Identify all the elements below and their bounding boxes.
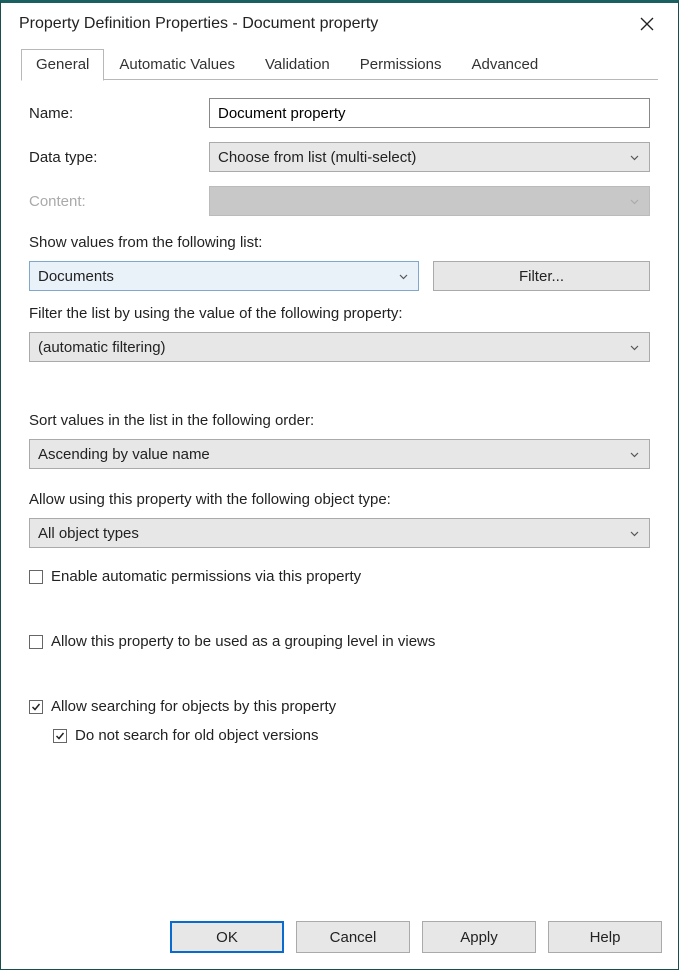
allow-search-checkbox[interactable] bbox=[29, 700, 43, 714]
general-panel: Name: Data type: Choose from list (multi… bbox=[1, 80, 678, 744]
dialog-button-bar: OK Cancel Apply Help bbox=[1, 907, 678, 969]
datatype-select[interactable]: Choose from list (multi-select) bbox=[209, 142, 650, 172]
apply-button[interactable]: Apply bbox=[422, 921, 536, 953]
filter-list-label: Filter the list by using the value of th… bbox=[29, 305, 650, 322]
content-label: Content: bbox=[29, 193, 209, 210]
filter-property-value: (automatic filtering) bbox=[38, 339, 166, 356]
cancel-button[interactable]: Cancel bbox=[296, 921, 410, 953]
close-button[interactable] bbox=[628, 9, 666, 39]
dialog-window: Property Definition Properties - Documen… bbox=[0, 0, 679, 970]
no-old-versions-label: Do not search for old object versions bbox=[75, 727, 318, 744]
sort-order-select[interactable]: Ascending by value name bbox=[29, 439, 650, 469]
allow-grouping-label: Allow this property to be used as a grou… bbox=[51, 633, 435, 650]
chevron-down-icon bbox=[630, 452, 639, 458]
chevron-down-icon bbox=[630, 155, 639, 161]
tabstrip: General Automatic Values Validation Perm… bbox=[21, 49, 658, 80]
name-input[interactable] bbox=[209, 98, 650, 128]
tab-validation[interactable]: Validation bbox=[250, 49, 345, 80]
show-values-label: Show values from the following list: bbox=[29, 234, 650, 251]
values-list-select[interactable]: Documents bbox=[29, 261, 419, 291]
chevron-down-icon bbox=[630, 345, 639, 351]
titlebar: Property Definition Properties - Documen… bbox=[1, 3, 678, 45]
help-button[interactable]: Help bbox=[548, 921, 662, 953]
chevron-down-icon bbox=[399, 274, 408, 280]
enable-permissions-checkbox[interactable] bbox=[29, 570, 43, 584]
allow-search-label: Allow searching for objects by this prop… bbox=[51, 698, 336, 715]
close-icon bbox=[640, 17, 654, 31]
ok-button[interactable]: OK bbox=[170, 921, 284, 953]
content-select bbox=[209, 186, 650, 216]
tab-permissions[interactable]: Permissions bbox=[345, 49, 457, 80]
window-title: Property Definition Properties - Documen… bbox=[19, 15, 628, 33]
enable-permissions-label: Enable automatic permissions via this pr… bbox=[51, 568, 361, 585]
filter-button[interactable]: Filter... bbox=[433, 261, 650, 291]
tab-advanced[interactable]: Advanced bbox=[456, 49, 553, 80]
chevron-down-icon bbox=[630, 531, 639, 537]
chevron-down-icon bbox=[630, 199, 639, 205]
sort-values-label: Sort values in the list in the following… bbox=[29, 412, 650, 429]
object-type-value: All object types bbox=[38, 525, 139, 542]
sort-order-value: Ascending by value name bbox=[38, 446, 210, 463]
object-type-select[interactable]: All object types bbox=[29, 518, 650, 548]
datatype-label: Data type: bbox=[29, 149, 209, 166]
allow-object-type-label: Allow using this property with the follo… bbox=[29, 491, 650, 508]
values-list-value: Documents bbox=[38, 268, 114, 285]
name-label: Name: bbox=[29, 105, 209, 122]
filter-property-select[interactable]: (automatic filtering) bbox=[29, 332, 650, 362]
allow-grouping-checkbox[interactable] bbox=[29, 635, 43, 649]
no-old-versions-checkbox[interactable] bbox=[53, 729, 67, 743]
tab-automatic-values[interactable]: Automatic Values bbox=[104, 49, 250, 80]
tab-general[interactable]: General bbox=[21, 49, 104, 81]
datatype-value: Choose from list (multi-select) bbox=[218, 149, 416, 166]
